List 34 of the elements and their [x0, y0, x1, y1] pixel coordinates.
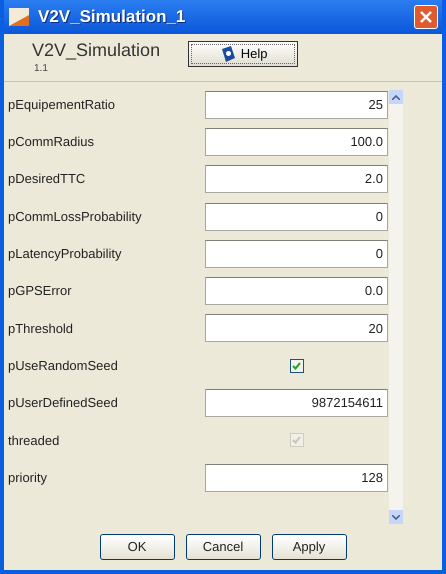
value-field[interactable]: 0: [205, 240, 388, 268]
parameter-label: threaded: [7, 432, 60, 450]
window-icon: [8, 7, 30, 27]
help-button[interactable]: Help: [188, 41, 298, 67]
value-field[interactable]: 9872154611: [205, 389, 388, 418]
parameter-label: pCommLossProbability: [7, 208, 143, 226]
parameter-label: pCommRadius: [7, 133, 95, 152]
window-title: V2V_Simulation_1: [38, 6, 186, 28]
component-name: V2V_Simulation: [32, 39, 160, 61]
value-field[interactable]: 128: [205, 464, 388, 492]
parameter-label: pLatencyProbability: [7, 245, 122, 264]
parameter-label: pGPSError: [7, 282, 73, 300]
value-field[interactable]: 100.0: [205, 128, 388, 156]
value-field[interactable]: 0.0: [205, 277, 388, 306]
dialog-button[interactable]: Apply: [272, 534, 346, 560]
parameter-label: pEquipementRatio: [7, 96, 116, 114]
parameter-label: priority: [7, 468, 48, 487]
parameter-label: pThreshold: [7, 320, 74, 338]
version-label: 1.1: [33, 62, 49, 76]
dialog-button[interactable]: Cancel: [186, 534, 260, 560]
scroll-up-button[interactable]: [389, 90, 403, 104]
parameter-label: pUseRandomSeed: [7, 356, 119, 375]
parameter-label: pUserDefinedSeed: [7, 394, 119, 412]
dialog-button[interactable]: OK: [100, 534, 174, 560]
scrollbar[interactable]: [389, 90, 403, 524]
value-field[interactable]: 2.0: [205, 165, 388, 194]
checkbox[interactable]: [290, 358, 304, 373]
value-field[interactable]: 25: [205, 90, 388, 119]
close-button[interactable]: [414, 5, 438, 29]
value-field[interactable]: 0: [205, 202, 388, 231]
parameter-label: pDesiredTTC: [7, 170, 86, 188]
scroll-down-button[interactable]: [389, 510, 403, 524]
value-field[interactable]: 20: [205, 314, 388, 342]
close-icon: [419, 10, 433, 24]
